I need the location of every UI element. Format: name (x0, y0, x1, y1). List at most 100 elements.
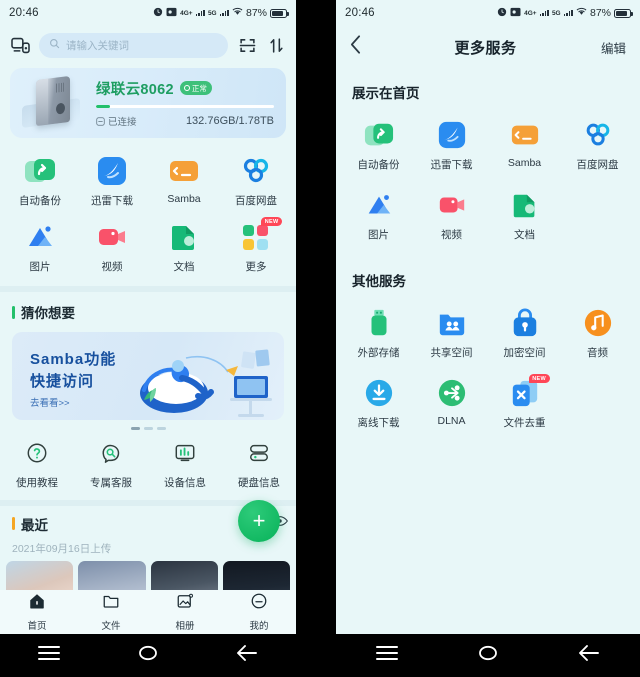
service-label: Samba (507, 157, 542, 169)
service-item-video[interactable]: 视频 (415, 178, 488, 248)
status-bar: 20:46 4G+ 5G 87% (336, 0, 640, 26)
status-time: 20:46 (345, 7, 375, 19)
section-accent-bar (12, 517, 15, 530)
tab-profile[interactable]: 我的 (222, 592, 296, 632)
app-item-baidu-netdisk[interactable]: 百度网盘 (220, 148, 292, 214)
service-item-shared-space[interactable]: 共享空间 (415, 296, 488, 366)
app-label: 图片 (29, 261, 51, 273)
transfer-icon[interactable] (266, 35, 286, 55)
home-pill-icon[interactable] (476, 644, 500, 667)
document-icon (168, 221, 200, 253)
app-item-video[interactable]: 视频 (76, 214, 148, 280)
tool-item-tutorial[interactable]: 使用教程 (0, 442, 74, 490)
more-apps-icon: NEW (240, 217, 282, 253)
cast-device-icon[interactable] (10, 35, 30, 55)
service-label: 音频 (587, 347, 608, 359)
tool-label: 专属客服 (90, 476, 132, 489)
encrypted-space-icon (510, 308, 540, 338)
profile-icon (250, 592, 268, 615)
wifi-icon (232, 7, 243, 19)
scan-code-icon[interactable] (237, 35, 257, 55)
tab-home[interactable]: 首页 (0, 592, 74, 632)
app-item-photos[interactable]: 图片 (4, 214, 76, 280)
service-label: 离线下载 (357, 417, 400, 429)
edit-button[interactable]: 编辑 (601, 38, 626, 57)
service-label: 外部存储 (357, 347, 400, 359)
menu-icon[interactable] (375, 644, 399, 667)
xunlei-download-icon (437, 120, 467, 150)
back-arrow-icon[interactable] (577, 644, 601, 667)
bottom-tab-bar: 首页 文件 相册 我的 (0, 590, 296, 634)
screen-record-icon (166, 7, 177, 20)
tool-item-disk-info[interactable]: 硬盘信息 (222, 442, 296, 490)
service-label: DLNA (437, 415, 466, 427)
customer-service-icon (100, 442, 122, 469)
photos-icon (364, 190, 394, 220)
home-app-grid: 自动备份 迅雷下载 Samba 百度网盘 图片 视频 文档 NEW 更多 (0, 138, 296, 286)
promo-banner[interactable]: Samba功能 快捷访问 去看看>> (12, 332, 284, 420)
guess-section-header: 猜你想要 (0, 292, 296, 324)
device-card[interactable]: 绿联云8062 正常 已连接 132.76GB/1.78TB (10, 68, 286, 138)
wifi-icon (576, 7, 587, 19)
tab-label: 相册 (175, 621, 195, 632)
service-item-xunlei[interactable]: 迅雷下载 (415, 108, 488, 178)
service-item-audio[interactable]: 音频 (561, 296, 634, 366)
add-button[interactable]: + (238, 499, 280, 542)
service-item-samba[interactable]: Samba (488, 108, 561, 178)
tab-album[interactable]: 相册 (148, 592, 222, 632)
app-item-document[interactable]: 文档 (148, 214, 220, 280)
service-label: 迅雷下载 (430, 159, 473, 171)
menu-icon[interactable] (37, 644, 61, 667)
section-title: 最近 (21, 517, 48, 533)
device-name: 绿联云8062 (96, 81, 174, 98)
connection-state: 已连接 (96, 114, 137, 128)
service-item-offline-download[interactable]: 离线下载 (342, 366, 415, 436)
tab-files[interactable]: 文件 (74, 592, 148, 632)
app-item-xunlei[interactable]: 迅雷下载 (76, 148, 148, 214)
search-input[interactable]: 请输入关键词 (39, 32, 228, 58)
tool-label: 使用教程 (16, 476, 58, 489)
battery-percent: 87% (245, 7, 267, 19)
samba-icon (510, 120, 540, 150)
status-badge: 正常 (179, 81, 212, 96)
status-bar: 20:46 4G+ 5G 87% (0, 0, 296, 26)
section-title: 猜你想要 (21, 306, 75, 321)
battery-icon (270, 8, 289, 18)
app-item-more[interactable]: NEW 更多 (220, 214, 292, 280)
auto-backup-icon (24, 155, 56, 187)
signal-icon (195, 9, 205, 17)
usb-storage-icon (364, 308, 394, 338)
service-item-baidu-netdisk[interactable]: 百度网盘 (561, 108, 634, 178)
xunlei-download-icon (96, 155, 128, 187)
signal-icon (539, 9, 549, 17)
back-arrow-icon[interactable] (235, 644, 259, 667)
banner-cta-link[interactable]: 去看看>> (30, 395, 70, 409)
service-item-external-storage[interactable]: 外部存储 (342, 296, 415, 366)
signal-icon (563, 9, 573, 17)
service-item-encrypted-space[interactable]: 加密空间 (488, 296, 561, 366)
device-info-icon (174, 442, 196, 469)
home-display-grid: 自动备份 迅雷下载 Samba 百度网盘 图片 视频 文档 (336, 102, 640, 248)
back-chevron-icon[interactable] (350, 35, 370, 59)
service-item-document[interactable]: 文档 (488, 178, 561, 248)
app-label: Samba (167, 193, 201, 205)
tool-item-device-info[interactable]: 设备信息 (148, 442, 222, 490)
service-item-file-dedupe[interactable]: NEW 文件去重 (488, 366, 561, 436)
section-accent-bar (12, 305, 15, 319)
home-pill-icon[interactable] (136, 644, 160, 667)
audio-icon (583, 308, 613, 338)
app-item-samba[interactable]: Samba (148, 148, 220, 214)
service-item-auto-backup[interactable]: 自动备份 (342, 108, 415, 178)
app-label: 百度网盘 (235, 195, 277, 207)
service-item-dlna[interactable]: DLNA (415, 366, 488, 436)
app-bar: 更多服务 编辑 (336, 26, 640, 68)
new-badge: NEW (528, 374, 550, 383)
tab-label: 我的 (249, 621, 269, 632)
service-item-photos[interactable]: 图片 (342, 178, 415, 248)
app-item-auto-backup[interactable]: 自动备份 (4, 148, 76, 214)
offline-download-icon (364, 378, 394, 408)
screenshot-pair: 20:46 4G+ 5G 87% 请输入关键词 绿联云8062 正常 已连接 1… (0, 0, 640, 677)
app-label: 迅雷下载 (91, 195, 133, 207)
search-placeholder: 请输入关键词 (66, 39, 129, 52)
tool-item-support[interactable]: 专属客服 (74, 442, 148, 490)
